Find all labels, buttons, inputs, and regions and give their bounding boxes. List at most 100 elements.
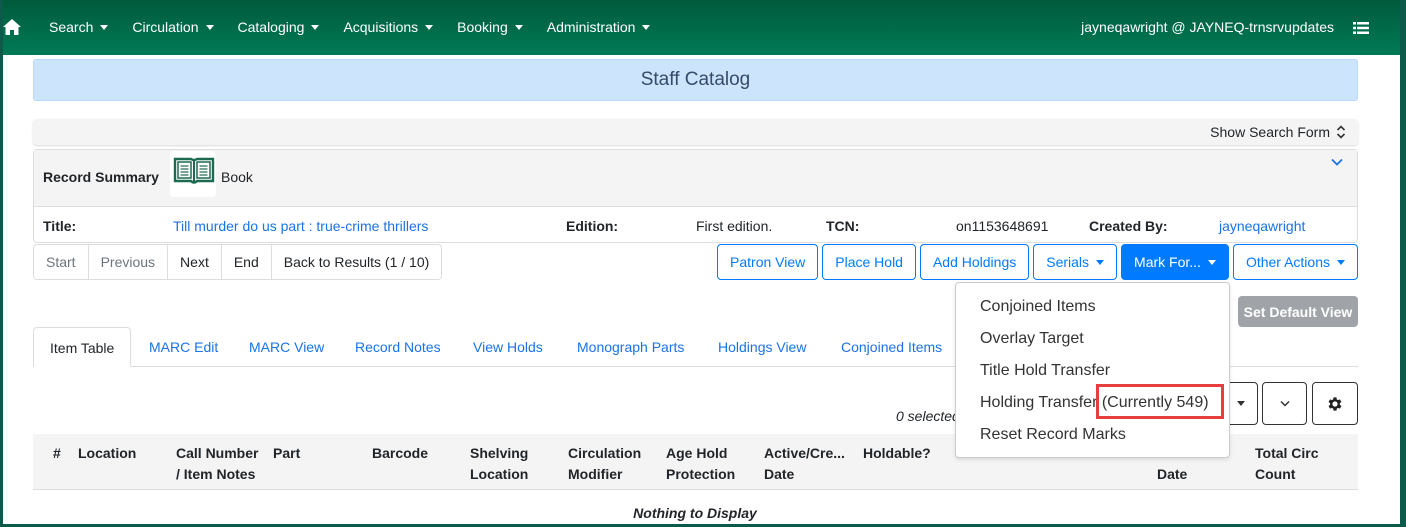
end-button[interactable]: End [222, 245, 272, 279]
tab-marc-view[interactable]: MARC View [249, 327, 324, 366]
menu-item-conjoined-items[interactable]: Conjoined Items [980, 298, 1096, 316]
tab-record-notes[interactable]: Record Notes [355, 327, 441, 366]
column-header-age-hold-protection[interactable]: Age Hold Protection [666, 443, 735, 485]
column-header-location[interactable]: Location [78, 443, 136, 464]
main-menu: Search Circulation Cataloging Acquisitio… [49, 19, 674, 35]
nav-circulation[interactable]: Circulation [132, 19, 214, 35]
tab-marc-edit[interactable]: MARC Edit [149, 327, 218, 366]
holding-transfer-count: (Currently 549) [1101, 394, 1209, 411]
nav-acquisitions[interactable]: Acquisitions [343, 19, 434, 35]
menu-item-reset-record-marks[interactable]: Reset Record Marks [980, 426, 1126, 444]
tab-item-table[interactable]: Item Table [33, 327, 132, 367]
title-label: Title: [43, 218, 77, 234]
menu-item-title-hold-transfer[interactable]: Title Hold Transfer [980, 362, 1110, 380]
column-header-part[interactable]: Part [273, 443, 300, 464]
column-header-text: Barcode [372, 445, 429, 461]
menu-item-holding-transfer[interactable]: Holding Transfer (Currently 549) [980, 394, 1209, 412]
menu-item-overlay-target[interactable]: Overlay Target [980, 330, 1084, 348]
column-header-shelving-location[interactable]: Shelving Location [470, 443, 528, 485]
edition-label: Edition: [566, 218, 619, 234]
nav-administration[interactable]: Administration [547, 19, 651, 35]
format-label: Book [221, 169, 253, 185]
column-header-text: Shelving [470, 445, 529, 461]
empty-table-message: Nothing to Display [633, 505, 757, 521]
column-header-circulation-modifier[interactable]: Circulation Modifier [568, 443, 641, 485]
page-title: Staff Catalog [33, 59, 1358, 101]
column-header-text: Circulation [568, 445, 642, 461]
tab-view-holds[interactable]: View Holds [473, 327, 543, 366]
mark-for-dropdown[interactable]: Mark For... [1121, 244, 1229, 280]
caret-down-icon [311, 24, 320, 30]
caret-down-icon [642, 24, 651, 30]
back-to-results-button[interactable]: Back to Results (1 / 10) [272, 245, 442, 279]
caret-down-icon [514, 24, 523, 30]
created-by-label: Created By: [1089, 218, 1168, 234]
caret-down-icon [205, 24, 214, 30]
start-button[interactable]: Start [34, 245, 89, 279]
mark-for-menu: Conjoined Items Overlay Target Title Hol… [955, 282, 1230, 458]
tcn-label: TCN: [826, 218, 860, 234]
serials-dropdown[interactable]: Serials [1033, 244, 1118, 280]
column-header-holdable[interactable]: Holdable? [863, 443, 931, 464]
show-search-form-label: Show Search Form [1210, 124, 1330, 140]
serials-label: Serials [1046, 254, 1090, 270]
column-header-text: / Item Notes [176, 466, 256, 482]
nav-search-label: Search [49, 19, 94, 35]
record-actions: Patron View Place Hold Add Holdings Seri… [717, 244, 1358, 280]
add-holdings-button[interactable]: Add Holdings [919, 244, 1030, 280]
column-header-text: Location [470, 466, 529, 482]
column-header-text: Count [1255, 466, 1296, 482]
column-header-number[interactable]: # [53, 443, 61, 464]
record-summary-details: Title: Till murder do us part : true-cri… [34, 207, 1357, 243]
nav-circulation-label: Circulation [132, 19, 199, 35]
column-header-active-date[interactable]: Active/Cre... Date [764, 443, 845, 485]
nav-search[interactable]: Search [49, 19, 109, 35]
column-header-call-number[interactable]: Call Number / Item Notes [176, 443, 258, 485]
user-menu[interactable]: jayneqawright @ JAYNEQ-trnsrvupdates [1081, 19, 1334, 35]
patron-view-button[interactable]: Patron View [717, 244, 819, 280]
home-icon[interactable] [3, 19, 21, 35]
place-hold-button[interactable]: Place Hold [822, 244, 916, 280]
other-actions-label: Other Actions [1245, 254, 1330, 270]
tab-conjoined-items[interactable]: Conjoined Items [841, 327, 942, 366]
nav-booking[interactable]: Booking [457, 19, 523, 35]
previous-button[interactable]: Previous [89, 245, 169, 279]
column-header-text: Call Number [176, 445, 259, 461]
caret-down-icon [1207, 259, 1216, 265]
column-header-text: Active/Cre... [764, 445, 845, 461]
grid-settings-button[interactable] [1312, 382, 1358, 425]
selected-count: 0 selected [896, 408, 960, 424]
search-form-bar: Show Search Form [33, 119, 1358, 145]
nav-cataloging[interactable]: Cataloging [238, 19, 320, 35]
set-default-view-button[interactable]: Set Default View [1238, 296, 1358, 327]
column-header-total-circ-count[interactable]: Total Circ Count [1255, 443, 1319, 485]
record-summary-heading: Record Summary [43, 169, 159, 185]
edition-value: First edition. [696, 218, 773, 234]
column-header-text: Total Circ [1255, 445, 1319, 461]
tab-holdings-view[interactable]: Holdings View [718, 327, 806, 366]
other-actions-dropdown[interactable]: Other Actions [1232, 244, 1358, 280]
title-link[interactable]: Till murder do us part : true-crime thri… [173, 218, 428, 234]
holding-transfer-label: Holding Transfer [980, 394, 1098, 411]
format-icon-box [170, 151, 216, 197]
chevron-down-icon[interactable] [1331, 158, 1343, 166]
book-icon [173, 157, 215, 184]
column-header-text: Date [1157, 466, 1188, 482]
grid-column-menu[interactable] [1262, 382, 1307, 425]
next-button[interactable]: Next [168, 245, 222, 279]
caret-down-icon [1337, 259, 1345, 265]
column-header-barcode[interactable]: Barcode [372, 443, 428, 464]
list-icon[interactable] [1353, 22, 1369, 34]
tcn-value: on1153648691 [956, 218, 1049, 234]
chevron-down-icon [1279, 400, 1290, 407]
created-by-link[interactable]: jayneqawright [1219, 218, 1305, 234]
gear-icon [1328, 396, 1342, 411]
tab-monograph-parts[interactable]: Monograph Parts [577, 327, 684, 366]
show-search-form-toggle[interactable]: Show Search Form [1210, 124, 1346, 140]
column-header-text: # [53, 445, 61, 461]
top-navbar: Search Circulation Cataloging Acquisitio… [0, 0, 1406, 55]
nav-administration-label: Administration [546, 19, 636, 35]
nav-cataloging-label: Cataloging [237, 19, 305, 35]
caret-down-icon [100, 24, 109, 30]
column-header-text: Location [78, 445, 137, 461]
